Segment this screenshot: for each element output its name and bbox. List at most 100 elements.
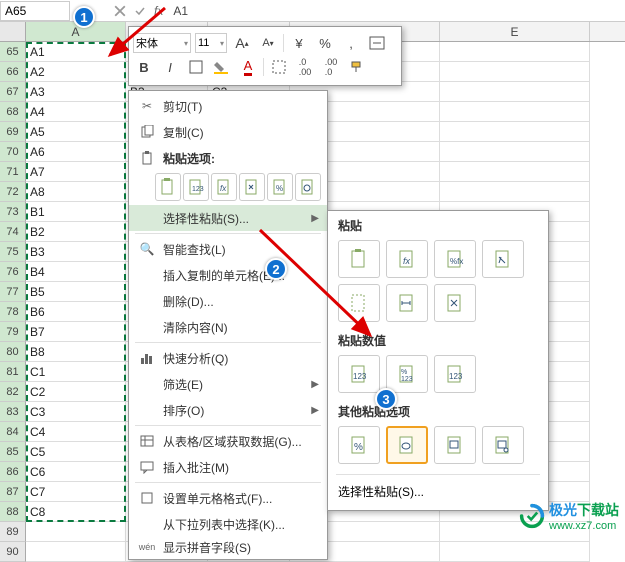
row-header[interactable]: 65 bbox=[0, 42, 26, 62]
row-header[interactable]: 83 bbox=[0, 402, 26, 422]
menu-sort[interactable]: 排序(O) ▶ bbox=[129, 397, 327, 423]
percent-icon[interactable]: % bbox=[314, 32, 336, 54]
cell[interactable]: B8 bbox=[26, 342, 126, 362]
bold-button[interactable]: B bbox=[133, 56, 155, 78]
cell[interactable]: A8 bbox=[26, 182, 126, 202]
row-header[interactable]: 90 bbox=[0, 542, 26, 562]
cell[interactable] bbox=[440, 162, 590, 182]
shrink-font-icon[interactable]: A▾ bbox=[257, 32, 279, 54]
submenu-paste-formatting[interactable]: % bbox=[338, 426, 380, 464]
cancel-icon[interactable] bbox=[110, 1, 130, 21]
cell[interactable]: A7 bbox=[26, 162, 126, 182]
cell[interactable]: C8 bbox=[26, 502, 126, 522]
cell[interactable] bbox=[440, 82, 590, 102]
currency-icon[interactable]: ¥ bbox=[288, 32, 310, 54]
menu-paste-special[interactable]: 选择性粘贴(S)... ▶ bbox=[129, 205, 327, 231]
cell[interactable] bbox=[440, 102, 590, 122]
fx-label[interactable]: fx bbox=[150, 4, 167, 18]
cell[interactable]: A6 bbox=[26, 142, 126, 162]
confirm-icon[interactable] bbox=[130, 1, 150, 21]
submenu-paste-values[interactable]: 123 bbox=[338, 355, 380, 393]
menu-get-data[interactable]: 从表格/区域获取数据(G)... bbox=[129, 428, 327, 454]
menu-filter[interactable]: 筛选(E) ▶ bbox=[129, 371, 327, 397]
submenu-paste-formulas-formatting[interactable]: %fx bbox=[434, 240, 476, 278]
cell[interactable]: C1 bbox=[26, 362, 126, 382]
cell[interactable]: B4 bbox=[26, 262, 126, 282]
cell[interactable] bbox=[440, 542, 590, 562]
cell[interactable]: C5 bbox=[26, 442, 126, 462]
border-icon[interactable] bbox=[185, 56, 207, 78]
row-header[interactable]: 76 bbox=[0, 262, 26, 282]
paste-option-values[interactable]: 123 bbox=[183, 173, 209, 201]
row-header[interactable]: 68 bbox=[0, 102, 26, 122]
name-box[interactable]: A65 bbox=[0, 1, 70, 21]
menu-quick-analysis[interactable]: 快速分析(Q) bbox=[129, 345, 327, 371]
cell[interactable]: A1 bbox=[26, 42, 126, 62]
row-header[interactable]: 86 bbox=[0, 462, 26, 482]
comma-icon[interactable]: , bbox=[340, 32, 362, 54]
row-header[interactable]: 75 bbox=[0, 242, 26, 262]
font-size-selector[interactable]: 11▾ bbox=[195, 33, 227, 53]
cell[interactable]: B1 bbox=[26, 202, 126, 222]
menu-delete[interactable]: 删除(D)... bbox=[129, 288, 327, 314]
fill-color-icon[interactable] bbox=[211, 56, 233, 78]
paste-option-paste[interactable] bbox=[155, 173, 181, 201]
cell[interactable]: C6 bbox=[26, 462, 126, 482]
row-header[interactable]: 67 bbox=[0, 82, 26, 102]
menu-copy[interactable]: 复制(C) bbox=[129, 119, 327, 145]
cell[interactable]: C2 bbox=[26, 382, 126, 402]
submenu-paste-picture[interactable] bbox=[434, 426, 476, 464]
row-header[interactable]: 80 bbox=[0, 342, 26, 362]
column-header-e[interactable]: E bbox=[440, 22, 590, 41]
cell[interactable]: C4 bbox=[26, 422, 126, 442]
cell[interactable] bbox=[440, 122, 590, 142]
row-header[interactable]: 69 bbox=[0, 122, 26, 142]
submenu-paste-transpose[interactable] bbox=[434, 284, 476, 322]
cell[interactable]: B2 bbox=[26, 222, 126, 242]
submenu-paste-formulas[interactable]: fx bbox=[386, 240, 428, 278]
cell[interactable] bbox=[440, 42, 590, 62]
cell[interactable]: B7 bbox=[26, 322, 126, 342]
italic-button[interactable]: I bbox=[159, 56, 181, 78]
paste-option-formulas[interactable]: fx bbox=[211, 173, 237, 201]
cell[interactable] bbox=[26, 522, 126, 542]
row-header[interactable]: 78 bbox=[0, 302, 26, 322]
cell[interactable]: B6 bbox=[26, 302, 126, 322]
menu-format-cells[interactable]: 设置单元格格式(F)... bbox=[129, 485, 327, 511]
submenu-paste-values-source-format[interactable]: 123 bbox=[434, 355, 476, 393]
increase-decimal-icon[interactable]: .00.0 bbox=[320, 56, 342, 78]
cell[interactable]: A5 bbox=[26, 122, 126, 142]
row-header[interactable]: 74 bbox=[0, 222, 26, 242]
cell[interactable] bbox=[440, 182, 590, 202]
row-header[interactable]: 77 bbox=[0, 282, 26, 302]
menu-cut[interactable]: ✂ 剪切(T) bbox=[129, 93, 327, 119]
row-header[interactable]: 70 bbox=[0, 142, 26, 162]
row-header[interactable]: 82 bbox=[0, 382, 26, 402]
row-header[interactable]: 72 bbox=[0, 182, 26, 202]
cell[interactable]: C3 bbox=[26, 402, 126, 422]
format-painter-icon[interactable] bbox=[346, 56, 368, 78]
row-header[interactable]: 88 bbox=[0, 502, 26, 522]
menu-smart-lookup[interactable]: 🔍 智能查找(L) bbox=[129, 236, 327, 262]
submenu-paste-special-dialog[interactable]: 选择性粘贴(S)... bbox=[328, 477, 548, 506]
submenu-paste-all[interactable] bbox=[338, 240, 380, 278]
submenu-paste-values-number-format[interactable]: %123 bbox=[386, 355, 428, 393]
paste-option-formatting[interactable]: % bbox=[267, 173, 293, 201]
paste-option-link[interactable] bbox=[295, 173, 321, 201]
row-header[interactable]: 79 bbox=[0, 322, 26, 342]
row-header[interactable]: 84 bbox=[0, 422, 26, 442]
cell[interactable] bbox=[440, 142, 590, 162]
menu-pick-from-list[interactable]: 从下拉列表中选择(K)... bbox=[129, 511, 327, 537]
row-header[interactable]: 66 bbox=[0, 62, 26, 82]
font-family-selector[interactable]: 宋体▾ bbox=[133, 33, 191, 53]
select-all-corner[interactable] bbox=[0, 22, 26, 41]
row-header[interactable]: 89 bbox=[0, 522, 26, 542]
decrease-decimal-icon[interactable]: .0.00 bbox=[294, 56, 316, 78]
menu-clear[interactable]: 清除内容(N) bbox=[129, 314, 327, 340]
paste-option-transpose[interactable] bbox=[239, 173, 265, 201]
cell[interactable] bbox=[440, 62, 590, 82]
formula-input[interactable]: A1 bbox=[167, 4, 625, 18]
menu-insert-comment[interactable]: 插入批注(M) bbox=[129, 454, 327, 480]
submenu-paste-keep-source[interactable] bbox=[482, 240, 524, 278]
menu-pinyin[interactable]: wén 显示拼音字段(S) bbox=[129, 537, 327, 557]
